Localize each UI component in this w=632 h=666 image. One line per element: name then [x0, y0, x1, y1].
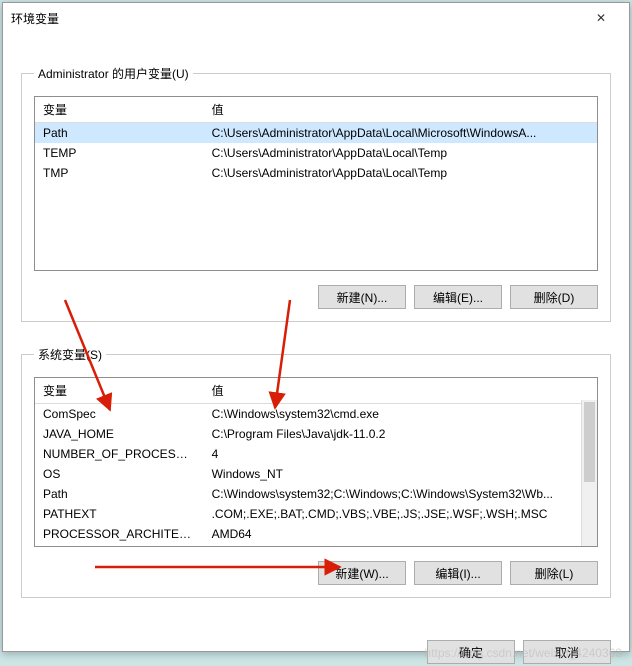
user-header-val[interactable]: 值 — [204, 97, 597, 123]
var-cell: NUMBER_OF_PROCESSORS — [35, 444, 204, 464]
var-cell: ComSpec — [35, 404, 204, 425]
user-vars-group: Administrator 的用户变量(U) 变量 值 PathC:\Users… — [21, 65, 611, 322]
table-row[interactable]: TEMPC:\Users\Administrator\AppData\Local… — [35, 143, 597, 163]
table-row[interactable]: TMPC:\Users\Administrator\AppData\Local\… — [35, 163, 597, 183]
titlebar[interactable]: 环境变量 ✕ — [3, 3, 629, 33]
val-cell: C:\Users\Administrator\AppData\Local\Tem… — [204, 163, 597, 183]
var-cell: Path — [35, 484, 204, 504]
scrollbar-thumb[interactable] — [584, 402, 595, 482]
val-cell: C:\Program Files\Java\jdk-11.0.2 — [204, 424, 597, 444]
user-vars-table-wrap: 变量 值 PathC:\Users\Administrator\AppData\… — [34, 96, 598, 271]
val-cell: AMD64 — [204, 524, 597, 544]
table-row[interactable]: JAVA_HOMEC:\Program Files\Java\jdk-11.0.… — [35, 424, 597, 444]
sys-header-val[interactable]: 值 — [204, 378, 597, 404]
table-row[interactable]: PATHEXT.COM;.EXE;.BAT;.CMD;.VBS;.VBE;.JS… — [35, 504, 597, 524]
user-buttons: 新建(N)... 编辑(E)... 删除(D) — [34, 285, 598, 309]
table-row[interactable]: PathC:\Users\Administrator\AppData\Local… — [35, 123, 597, 144]
table-row[interactable]: PathC:\Windows\system32;C:\Windows;C:\Wi… — [35, 484, 597, 504]
close-icon[interactable]: ✕ — [581, 11, 621, 25]
system-vars-group: 系统变量(S) 变量 值 ComSpecC:\Windows\system32\… — [21, 346, 611, 598]
user-new-button[interactable]: 新建(N)... — [318, 285, 406, 309]
env-vars-dialog: 环境变量 ✕ Administrator 的用户变量(U) 变量 值 PathC… — [2, 2, 630, 652]
user-edit-button[interactable]: 编辑(E)... — [414, 285, 502, 309]
var-cell: PATHEXT — [35, 504, 204, 524]
val-cell: C:\Users\Administrator\AppData\Local\Mic… — [204, 123, 597, 144]
var-cell: TMP — [35, 163, 204, 183]
sys-header-var[interactable]: 变量 — [35, 378, 204, 404]
table-row[interactable]: NUMBER_OF_PROCESSORS4 — [35, 444, 597, 464]
user-vars-legend: Administrator 的用户变量(U) — [34, 65, 193, 82]
table-row[interactable]: ComSpecC:\Windows\system32\cmd.exe — [35, 404, 597, 425]
table-row[interactable]: PROCESSOR_ARCHITECT...AMD64 — [35, 524, 597, 544]
system-buttons: 新建(W)... 编辑(I)... 删除(L) — [34, 561, 598, 585]
system-new-button[interactable]: 新建(W)... — [318, 561, 406, 585]
dialog-footer: 确定 取消 — [3, 626, 629, 664]
var-cell: JAVA_HOME — [35, 424, 204, 444]
table-row[interactable]: OSWindows_NT — [35, 464, 597, 484]
dialog-content: Administrator 的用户变量(U) 变量 值 PathC:\Users… — [3, 33, 629, 626]
system-delete-button[interactable]: 删除(L) — [510, 561, 598, 585]
cancel-button[interactable]: 取消 — [523, 640, 611, 664]
var-cell: PROCESSOR_ARCHITECT... — [35, 524, 204, 544]
val-cell: C:\Windows\system32;C:\Windows;C:\Window… — [204, 484, 597, 504]
system-vars-table-wrap: 变量 值 ComSpecC:\Windows\system32\cmd.exeJ… — [34, 377, 598, 547]
ok-button[interactable]: 确定 — [427, 640, 515, 664]
var-cell: TEMP — [35, 143, 204, 163]
system-vars-table[interactable]: 变量 值 ComSpecC:\Windows\system32\cmd.exeJ… — [35, 378, 597, 544]
val-cell: C:\Windows\system32\cmd.exe — [204, 404, 597, 425]
user-vars-table[interactable]: 变量 值 PathC:\Users\Administrator\AppData\… — [35, 97, 597, 183]
val-cell: Windows_NT — [204, 464, 597, 484]
val-cell: 4 — [204, 444, 597, 464]
user-delete-button[interactable]: 删除(D) — [510, 285, 598, 309]
var-cell: OS — [35, 464, 204, 484]
val-cell: C:\Users\Administrator\AppData\Local\Tem… — [204, 143, 597, 163]
system-scrollbar[interactable] — [581, 400, 597, 546]
val-cell: .COM;.EXE;.BAT;.CMD;.VBS;.VBE;.JS;.JSE;.… — [204, 504, 597, 524]
window-title: 环境变量 — [11, 10, 581, 27]
system-edit-button[interactable]: 编辑(I)... — [414, 561, 502, 585]
var-cell: Path — [35, 123, 204, 144]
user-header-var[interactable]: 变量 — [35, 97, 204, 123]
system-vars-legend: 系统变量(S) — [34, 346, 106, 363]
